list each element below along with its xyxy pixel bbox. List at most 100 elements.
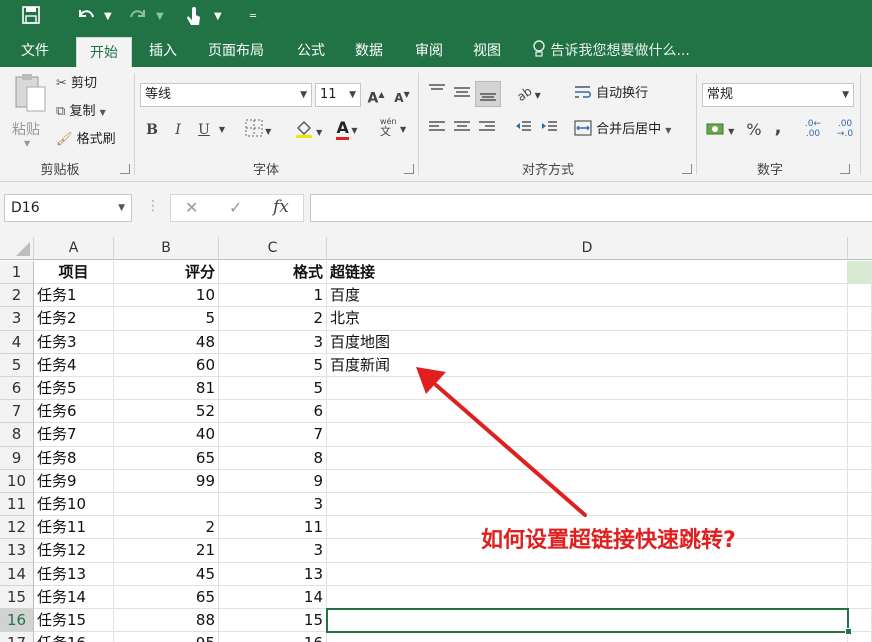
italic-icon[interactable]: I (168, 119, 188, 141)
cell-c[interactable]: 15 (219, 609, 327, 633)
cell-b[interactable]: 52 (114, 400, 219, 424)
underline-icon[interactable]: U (194, 119, 214, 141)
cell-b[interactable]: 45 (114, 562, 219, 586)
cell-c[interactable]: 6 (219, 400, 327, 424)
cell-c[interactable]: 14 (219, 585, 327, 609)
align-right-icon[interactable] (476, 119, 498, 141)
cell-b[interactable]: 10 (114, 284, 219, 308)
tab-view[interactable]: 视图 (464, 34, 510, 68)
cell-d[interactable] (327, 632, 848, 642)
tab-file[interactable]: 文件 (10, 34, 60, 68)
copy-button[interactable]: ⧉ 复制 ▼ (56, 101, 106, 123)
tab-formulas[interactable]: 公式 (288, 34, 334, 68)
cell-c[interactable]: 5 (219, 353, 327, 377)
row-header[interactable]: 5 (0, 353, 34, 377)
cell-a[interactable]: 任务5 (34, 377, 114, 401)
column-header-e[interactable] (848, 237, 872, 260)
tell-me-box[interactable]: 告诉我您想要做什么... (532, 34, 690, 68)
cell-d[interactable] (327, 493, 848, 517)
cell-a[interactable]: 任务7 (34, 423, 114, 447)
column-header-a[interactable]: A (34, 237, 114, 260)
cell-d[interactable]: 百度地图 (327, 330, 848, 354)
align-middle-icon[interactable] (451, 83, 473, 105)
cell-b[interactable]: 95 (114, 632, 219, 642)
row-header[interactable]: 13 (0, 539, 34, 563)
cell-c[interactable]: 2 (219, 307, 327, 331)
cell-c[interactable]: 格式 (219, 261, 327, 285)
cell-e[interactable] (848, 307, 872, 331)
cell-a[interactable]: 任务16 (34, 632, 114, 642)
row-header[interactable]: 1 (0, 261, 34, 285)
cell-c[interactable]: 3 (219, 493, 327, 517)
decrease-decimal-icon[interactable]: .00 →.0 (832, 119, 858, 141)
enter-icon[interactable]: ✓ (229, 198, 242, 217)
comma-icon[interactable]: , (770, 117, 786, 139)
format-painter-button[interactable]: 🖌 格式刷 (56, 129, 116, 151)
cell-a[interactable]: 任务1 (34, 284, 114, 308)
cell-e[interactable] (848, 516, 872, 540)
increase-decimal-icon[interactable]: .0← .00 (800, 119, 826, 141)
cell-a[interactable]: 任务13 (34, 562, 114, 586)
cell-a[interactable]: 任务11 (34, 516, 114, 540)
row-header[interactable]: 17 (0, 632, 34, 642)
cell-d[interactable] (327, 400, 848, 424)
row-header[interactable]: 9 (0, 446, 34, 470)
borders-icon[interactable]: ▼ (240, 119, 276, 141)
cell-a[interactable]: 任务15 (34, 609, 114, 633)
cell-c[interactable]: 8 (219, 446, 327, 470)
cell-b[interactable]: 81 (114, 377, 219, 401)
row-header[interactable]: 11 (0, 493, 34, 517)
font-launcher-icon[interactable] (404, 164, 414, 174)
tab-page-layout[interactable]: 页面布局 (198, 34, 274, 68)
cell-b[interactable]: 60 (114, 353, 219, 377)
cell-e[interactable] (848, 353, 872, 377)
column-header-d[interactable]: D (327, 237, 848, 260)
formula-input[interactable] (310, 194, 872, 222)
align-bottom-icon[interactable] (475, 81, 501, 107)
row-header[interactable]: 6 (0, 377, 34, 401)
cell-c[interactable]: 13 (219, 562, 327, 586)
number-format-select[interactable]: 常规 ▼ (702, 83, 854, 107)
cell-d[interactable] (327, 562, 848, 586)
cell-b[interactable]: 40 (114, 423, 219, 447)
font-name-select[interactable]: 等线 ▼ (140, 83, 312, 107)
cell-c[interactable]: 11 (219, 516, 327, 540)
cell-a[interactable]: 任务3 (34, 330, 114, 354)
cell-d[interactable] (327, 469, 848, 493)
fill-handle[interactable] (845, 628, 852, 636)
bold-icon[interactable]: B (142, 119, 162, 141)
cell-b[interactable]: 评分 (114, 261, 219, 285)
currency-icon[interactable]: ▼ (702, 119, 738, 141)
column-header-c[interactable]: C (219, 237, 327, 260)
cell-d[interactable] (327, 377, 848, 401)
decrease-indent-icon[interactable] (512, 119, 534, 141)
cell-a[interactable]: 任务8 (34, 446, 114, 470)
cell-a[interactable]: 任务2 (34, 307, 114, 331)
cell-e[interactable] (848, 446, 872, 470)
cell-a[interactable]: 任务10 (34, 493, 114, 517)
tab-home[interactable]: 开始 (76, 37, 132, 68)
font-size-select[interactable]: 11 ▼ (315, 83, 361, 107)
row-header[interactable]: 7 (0, 400, 34, 424)
select-all-corner[interactable] (0, 237, 34, 260)
cell-e[interactable] (848, 585, 872, 609)
row-header[interactable]: 4 (0, 330, 34, 354)
align-top-icon[interactable] (426, 83, 448, 105)
cell-c[interactable]: 9 (219, 469, 327, 493)
touch-dropdown-icon[interactable]: ▼ (214, 6, 222, 28)
cell-a[interactable]: 任务6 (34, 400, 114, 424)
cell-b[interactable]: 65 (114, 446, 219, 470)
cell-e[interactable] (848, 284, 872, 308)
cell-e[interactable] (848, 400, 872, 424)
cell-d[interactable] (327, 446, 848, 470)
cell-e[interactable] (848, 539, 872, 563)
cell-b[interactable]: 2 (114, 516, 219, 540)
redo-dropdown-icon[interactable]: ▼ (156, 6, 164, 28)
save-icon[interactable] (22, 6, 40, 28)
cell-c[interactable]: 1 (219, 284, 327, 308)
underline-dropdown-icon[interactable]: ▼ (216, 119, 228, 141)
cell-b[interactable]: 5 (114, 307, 219, 331)
increase-font-icon[interactable]: A▲ (366, 84, 386, 107)
row-header[interactable]: 8 (0, 423, 34, 447)
tab-insert[interactable]: 插入 (140, 34, 186, 68)
